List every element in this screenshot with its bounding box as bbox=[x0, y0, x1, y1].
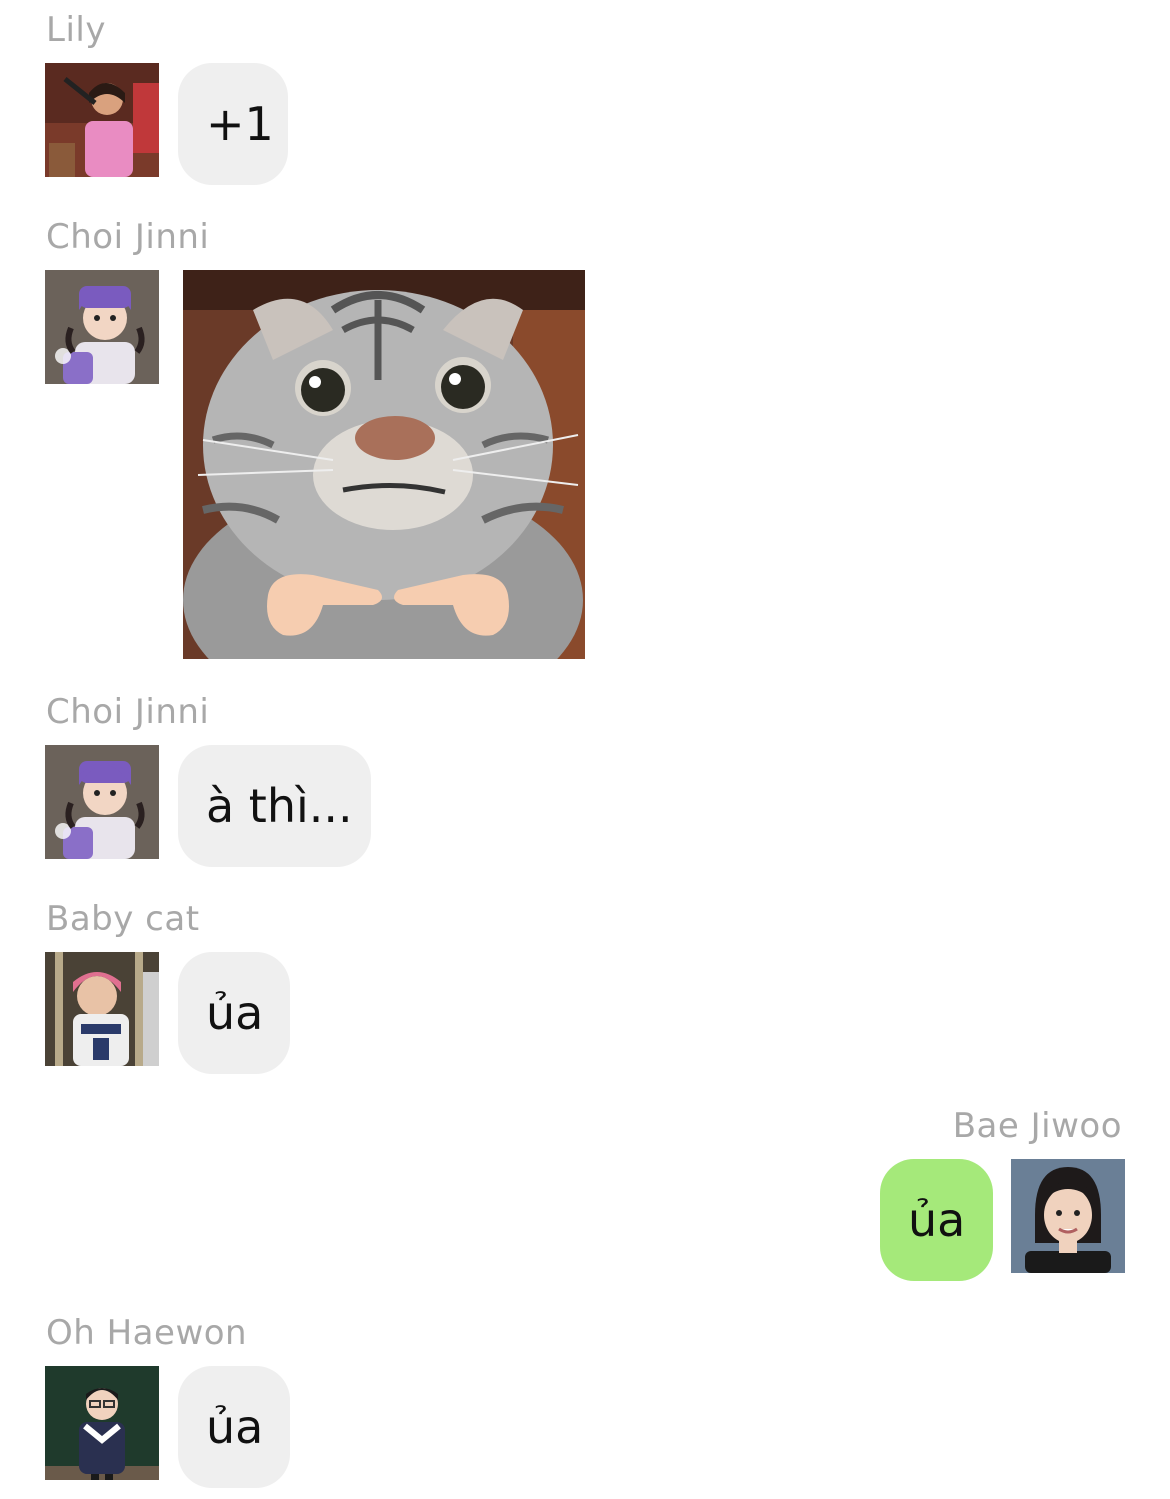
cat-pointing-fingers-sticker[interactable] bbox=[183, 270, 585, 659]
sender-name: Baby cat bbox=[46, 899, 200, 939]
avatar[interactable] bbox=[45, 745, 159, 859]
avatar[interactable] bbox=[45, 952, 159, 1066]
sender-name: Oh Haewon bbox=[46, 1313, 248, 1353]
avatar[interactable] bbox=[45, 270, 159, 384]
avatar[interactable] bbox=[1011, 1159, 1125, 1273]
message-bubble[interactable]: ủa bbox=[178, 1366, 290, 1488]
avatar[interactable] bbox=[45, 1366, 159, 1480]
sender-name: Choi Jinni bbox=[46, 217, 210, 257]
sender-name: Lily bbox=[46, 10, 106, 50]
avatar[interactable] bbox=[45, 63, 159, 177]
message-bubble[interactable]: ủa bbox=[178, 952, 290, 1074]
sender-name: Bae Jiwoo bbox=[952, 1106, 1122, 1146]
sender-name: Choi Jinni bbox=[46, 692, 210, 732]
message-bubble[interactable]: +1 bbox=[178, 63, 288, 185]
message-bubble[interactable]: ủa bbox=[880, 1159, 993, 1281]
message-bubble[interactable]: à thì... bbox=[178, 745, 371, 867]
